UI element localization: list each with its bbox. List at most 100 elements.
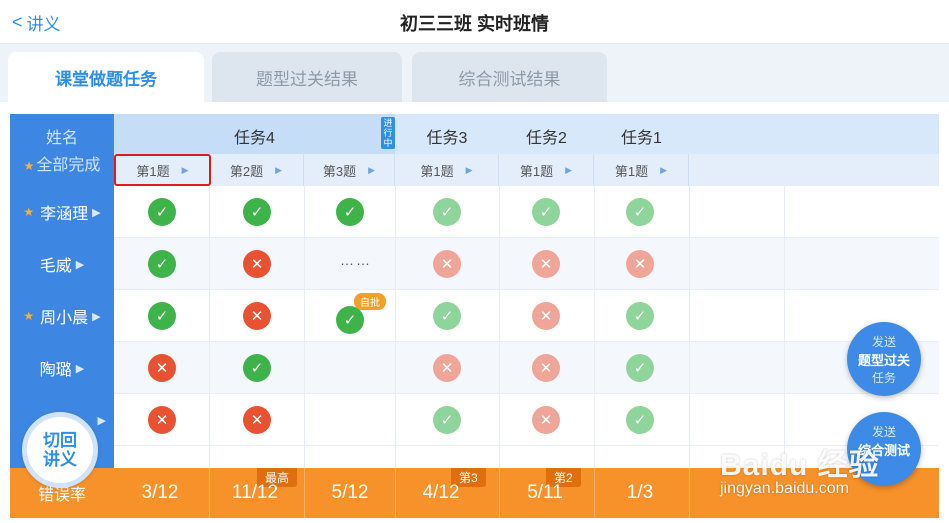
fab-top-label: 发送 [871,335,896,349]
page: < 讲义 初三三班 实时班情 课堂做题任务 题型过关结果 综合测试结果 姓名 ★… [0,0,949,523]
table-row: ✓ ✓ ✓ ✓ ✓ ✓ [114,186,939,238]
task-4-label: 任务4 [234,130,275,147]
star-icon: ★ [23,205,35,219]
pending-dots: …… [340,252,372,268]
task-header: 任务4 进行中 任务3 任务2 任务1 [114,114,939,154]
cross-icon[interactable]: ✕ [532,250,560,278]
question-col-t4-q3[interactable]: 第3题 ▶ [304,154,395,186]
in-progress-badge: 进行中 [381,117,395,149]
cross-icon[interactable]: ✕ [243,406,271,434]
check-icon[interactable]: ✓ [336,306,364,334]
table-row: ✕ ✕ ✓ ✕ ✓ [114,394,939,446]
back-to-handout-button[interactable]: 切回 讲义 [22,412,98,488]
cross-icon[interactable]: ✕ [532,354,560,382]
cross-icon[interactable]: ✕ [532,302,560,330]
check-icon[interactable]: ✓ [433,198,461,226]
star-icon: ★ [23,159,35,173]
column-divider [689,468,690,518]
student-row-4[interactable]: 陶璐 ▶ [10,342,114,394]
table-row: ✓ ✕ …… ✕ ✕ ✕ [114,238,939,290]
fab-bottom-label: 任务 [871,371,896,385]
check-icon[interactable]: ✓ [243,198,271,226]
check-icon[interactable]: ✓ [626,198,654,226]
check-icon[interactable]: ✓ [626,354,654,382]
play-icon: ▶ [565,164,573,175]
question-col-t3-q1[interactable]: 第1题 ▶ [395,154,499,186]
play-icon: ▶ [275,164,283,175]
check-icon[interactable]: ✓ [626,406,654,434]
fab-main-label: 题型过关 [857,353,910,368]
arrow-right-icon: ▶ [92,206,101,219]
student-name: 周小晨 [40,310,89,327]
play-icon: ▶ [368,164,376,175]
arrow-right-icon: ▶ [75,362,85,375]
question-col-t4-q1[interactable]: 第1题 ▶ [114,154,211,186]
task-2-label: 任务2 [526,130,567,147]
column-divider [395,186,396,468]
column-divider [209,186,210,468]
student-row-1[interactable]: ★ 李涵理 ▶ [10,186,114,238]
column-divider [304,186,305,468]
name-header: 姓名 ★ 全部完成 [10,114,114,186]
tab-class-tasks[interactable]: 课堂做题任务 [8,52,204,102]
check-icon[interactable]: ✓ [148,302,176,330]
error-rate-value: 4/12 [422,482,460,503]
self-check-badge: 自批 [354,293,386,310]
cross-icon[interactable]: ✕ [433,250,461,278]
question-label: 第1题 [519,163,554,179]
check-icon[interactable]: ✓ [532,198,560,226]
back-fab-line2: 讲义 [43,450,77,469]
top-bar: < 讲义 初三三班 实时班情 [0,0,949,44]
question-col-t1-q1[interactable]: 第1题 ▶ [594,154,689,186]
arrow-right-icon: ▶ [97,414,106,427]
tab-comprehensive-test-results[interactable]: 综合测试结果 [412,52,607,102]
back-fab-line1: 切回 [43,431,77,450]
question-label: 第3题 [322,163,357,179]
task-4-header: 任务4 进行中 [114,114,395,154]
tab-question-type-results[interactable]: 题型过关结果 [212,52,402,102]
tab-bar: 课堂做题任务 题型过关结果 综合测试结果 [0,44,949,102]
error-rate-value: 1/3 [626,482,654,503]
table-row: ✓ ✕ ✓ 自批 ✓ ✕ ✓ [114,290,939,342]
task-1-label: 任务1 [621,130,662,147]
student-name: 陶璐 [39,362,72,379]
name-header-label: 姓名 [45,130,78,147]
check-icon[interactable]: ✓ [626,302,654,330]
cross-icon[interactable]: ✕ [243,250,271,278]
question-label: 第1题 [136,163,170,179]
play-icon: ▶ [660,164,668,175]
column-divider [784,186,785,468]
cross-icon[interactable]: ✕ [148,406,176,434]
column-divider [499,186,500,468]
check-icon[interactable]: ✓ [243,354,271,382]
student-row-2[interactable]: 毛威 ▶ [10,238,114,290]
student-row-3[interactable]: ★ 周小晨 ▶ [10,290,114,342]
error-rate-value: 11/12 [231,482,279,503]
cross-icon[interactable]: ✕ [532,406,560,434]
error-rate-value: 5/12 [331,482,369,503]
question-label: 第2题 [229,163,264,179]
cross-icon[interactable]: ✕ [243,302,271,330]
page-title: 初三三班 实时班情 [399,14,549,34]
error-rate-value: 3/12 [141,482,179,503]
question-col-t2-q1[interactable]: 第1题 ▶ [499,154,594,186]
column-divider [594,186,595,468]
question-label: 第1题 [614,163,649,179]
watermark-logo: Baidu 经验 [720,449,880,482]
question-col-t4-q2[interactable]: 第2题 ▶ [209,154,304,186]
play-icon: ▶ [181,164,189,175]
cross-icon[interactable]: ✕ [433,354,461,382]
all-done-label: 全部完成 [36,157,101,174]
check-icon[interactable]: ✓ [433,302,461,330]
cross-icon[interactable]: ✕ [626,250,654,278]
question-header: 第1题 ▶ 第2题 ▶ 第3题 ▶ 第1题 ▶ 第1题 ▶ 第1题 ▶ [114,154,939,186]
check-icon[interactable]: ✓ [148,198,176,226]
error-rate-value: 5/11 [527,482,563,503]
check-icon[interactable]: ✓ [433,406,461,434]
student-name: 毛威 [39,258,72,275]
check-icon[interactable]: ✓ [148,250,176,278]
all-done-header: ★ 全部完成 [10,151,114,175]
send-question-type-task-button[interactable]: 发送 题型过关 任务 [847,322,921,396]
cross-icon[interactable]: ✕ [148,354,176,382]
check-icon[interactable]: ✓ [336,198,364,226]
